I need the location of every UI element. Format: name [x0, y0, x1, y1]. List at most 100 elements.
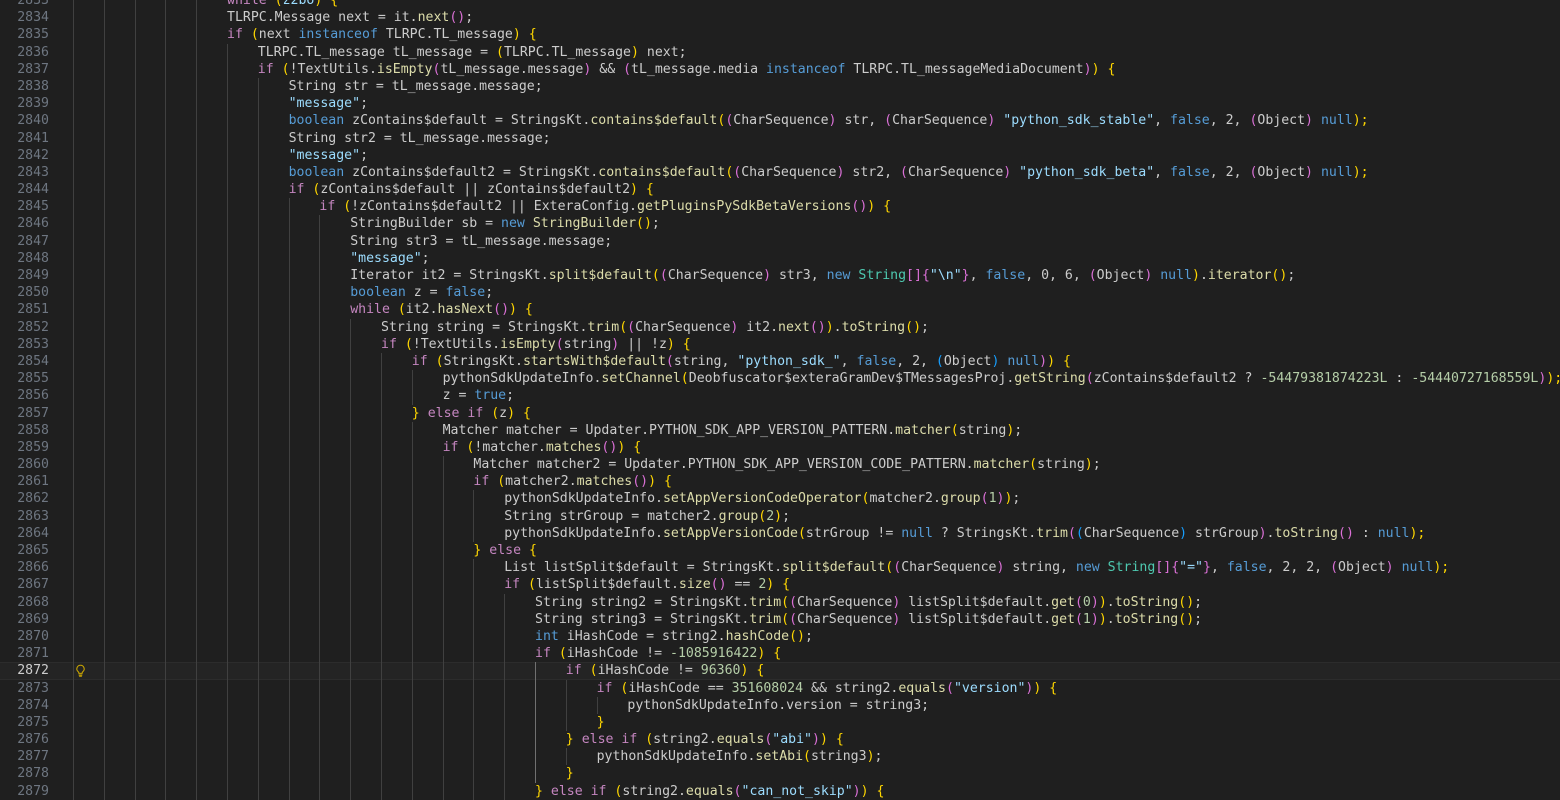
code-line[interactable]: 2877 pythonSdkUpdateInfo.setAbi(string3);: [0, 748, 1560, 766]
code-line[interactable]: 2878}: [0, 765, 1560, 783]
code-line[interactable]: 2837 if (!TextUtils.isEmpty(tL_message.me…: [0, 60, 1560, 78]
code-token: String str = tL_message.message;: [288, 78, 543, 94]
line-number[interactable]: 2846: [0, 215, 49, 232]
code-line[interactable]: 2858 Matcher matcher = Updater.PYTHON_SDK…: [0, 421, 1560, 439]
code-line[interactable]: 2838 String str = tL_message.message;: [0, 77, 1560, 96]
line-number[interactable]: 2869: [0, 611, 49, 628]
code-line[interactable]: 2835 if (next instanceof TLRPC.TL_message…: [0, 26, 1560, 44]
line-number[interactable]: 2849: [0, 267, 49, 284]
line-number[interactable]: 2870: [0, 628, 49, 645]
line-number[interactable]: 2878: [0, 765, 49, 782]
line-number[interactable]: 2861: [0, 473, 49, 490]
line-number[interactable]: 2877: [0, 748, 49, 765]
line-number[interactable]: 2875: [0, 714, 49, 731]
line-number[interactable]: 2851: [0, 301, 49, 318]
code-line[interactable]: 2836 TLRPC.TL_message tL_message = (TLRPC…: [0, 43, 1560, 61]
line-number[interactable]: 2854: [0, 353, 49, 370]
line-number[interactable]: 2833: [0, 0, 49, 9]
lightbulb-icon[interactable]: [74, 664, 87, 678]
code-token: ): [867, 199, 884, 215]
code-line[interactable]: 2870 int iHashCode = string2.hashCode();: [0, 627, 1560, 646]
line-number[interactable]: 2866: [0, 559, 49, 576]
code-line[interactable]: 2833 while (z2bo) {: [0, 0, 1560, 10]
code-line[interactable]: 2840 boolean zContains$default = StringsK…: [0, 112, 1560, 130]
code-line[interactable]: 2866 List listSplit$default = StringsKt.s…: [0, 559, 1560, 577]
code-line[interactable]: 2854 if (StringsKt.startsWith$default(str…: [0, 352, 1560, 371]
code-line[interactable]: 2839 "message";: [0, 95, 1560, 113]
line-number[interactable]: 2842: [0, 147, 49, 164]
line-number[interactable]: 2876: [0, 731, 49, 748]
code-line[interactable]: 2859 if (!matcher.matches()) {: [0, 438, 1560, 457]
line-number[interactable]: 2858: [0, 422, 49, 439]
code-token: (: [733, 783, 742, 799]
code-line[interactable]: 2852 String string = StringsKt.trim((Char…: [0, 318, 1560, 336]
code-line[interactable]: 2851 while (it2.hasNext()) {: [0, 301, 1560, 319]
code-line[interactable]: 2843 boolean zContains$default2 = Strings…: [0, 163, 1560, 182]
code-line[interactable]: 2844 if (zContains$default || zContains$d…: [0, 181, 1560, 199]
line-number[interactable]: 2860: [0, 456, 49, 473]
code-line[interactable]: 2846 StringBuilder sb = new StringBuilder…: [0, 215, 1560, 233]
line-number[interactable]: 2871: [0, 645, 49, 662]
line-number[interactable]: 2862: [0, 490, 49, 507]
line-number[interactable]: 2838: [0, 78, 49, 95]
code-line[interactable]: 2873 if (iHashCode == 351608024 && string…: [0, 679, 1560, 697]
line-number[interactable]: 2844: [0, 181, 49, 198]
code-line[interactable]: 2834 TLRPC.Message next = it.next();: [0, 9, 1560, 27]
code-line[interactable]: 2841 String str2 = tL_message.message;: [0, 129, 1560, 147]
line-number[interactable]: 2843: [0, 164, 49, 181]
code-line[interactable]: 2857} else if (z) {: [0, 404, 1560, 422]
line-number[interactable]: 2834: [0, 9, 49, 26]
code-line[interactable]: 2860 Matcher matcher2 = Updater.PYTHON_SD…: [0, 456, 1560, 474]
code-line[interactable]: 2867 if (listSplit$default.size() == 2) {: [0, 576, 1560, 594]
code-line[interactable]: 2871 if (iHashCode != -1085916422) {: [0, 645, 1560, 663]
line-number[interactable]: 2865: [0, 542, 49, 559]
code-line[interactable]: 2865} else {: [0, 542, 1560, 560]
line-number[interactable]: 2845: [0, 198, 49, 215]
code-line[interactable]: 2879} else if (string2.equals("can_not_s…: [0, 782, 1560, 800]
code-line[interactable]: 2875}: [0, 713, 1560, 732]
line-number[interactable]: 2848: [0, 250, 49, 267]
code-line[interactable]: 2842 "message";: [0, 146, 1560, 164]
line-number[interactable]: 2863: [0, 508, 49, 525]
line-number[interactable]: 2847: [0, 233, 49, 250]
line-number[interactable]: 2853: [0, 336, 49, 353]
line-number[interactable]: 2857: [0, 405, 49, 422]
code-line[interactable]: 2853 if (!TextUtils.isEmpty(string) || !z…: [0, 335, 1560, 353]
code-line[interactable]: 2869 String string3 = StringsKt.trim((Cha…: [0, 610, 1560, 628]
line-number[interactable]: 2867: [0, 576, 49, 593]
line-number[interactable]: 2850: [0, 284, 49, 301]
code-line[interactable]: 2876} else if (string2.equals("abi")) {: [0, 731, 1560, 749]
line-number[interactable]: 2859: [0, 439, 49, 456]
code-line[interactable]: 2863 String strGroup = matcher2.group(2);: [0, 507, 1560, 525]
code-line[interactable]: 2848 "message";: [0, 249, 1560, 267]
line-number[interactable]: 2840: [0, 112, 49, 129]
code-token: {: [883, 199, 892, 215]
line-number[interactable]: 2841: [0, 130, 49, 147]
line-number[interactable]: 2868: [0, 594, 49, 611]
line-number[interactable]: 2852: [0, 319, 49, 336]
code-line[interactable]: 2855 pythonSdkUpdateInfo.setChannel(Deobf…: [0, 370, 1560, 388]
line-number[interactable]: 2855: [0, 370, 49, 387]
code-line[interactable]: 2856 z = true;: [0, 387, 1560, 405]
code-line[interactable]: 2847 String str3 = tL_message.message;: [0, 232, 1560, 250]
code-line[interactable]: 2849 Iterator it2 = StringsKt.split$defau…: [0, 267, 1560, 285]
line-number[interactable]: 2879: [0, 783, 49, 800]
line-number[interactable]: 2874: [0, 697, 49, 714]
line-number[interactable]: 2836: [0, 44, 49, 61]
code-line[interactable]: 2850 boolean z = false;: [0, 284, 1560, 302]
line-number[interactable]: 2873: [0, 680, 49, 697]
code-editor[interactable]: 2833 while (z2bo) {2834 TLRPC.Message next…: [0, 0, 1560, 800]
line-number[interactable]: 2872: [0, 662, 49, 679]
code-line[interactable]: 2872 if (iHashCode != 96360) {: [0, 662, 1560, 680]
code-line[interactable]: 2868 String string2 = StringsKt.trim((Cha…: [0, 593, 1560, 611]
code-line[interactable]: 2861 if (matcher2.matches()) {: [0, 473, 1560, 491]
line-number[interactable]: 2839: [0, 95, 49, 112]
line-number[interactable]: 2837: [0, 61, 49, 78]
code-line[interactable]: 2864 pythonSdkUpdateInfo.setAppVersionCod…: [0, 524, 1560, 542]
line-number[interactable]: 2856: [0, 387, 49, 404]
code-line[interactable]: 2845 if (!zContains$default2 || ExteraCon…: [0, 198, 1560, 216]
code-line[interactable]: 2862 pythonSdkUpdateInfo.setAppVersionCod…: [0, 490, 1560, 508]
line-number[interactable]: 2864: [0, 525, 49, 542]
code-line[interactable]: 2874 pythonSdkUpdateInfo.version = string…: [0, 696, 1560, 714]
line-number[interactable]: 2835: [0, 26, 49, 43]
